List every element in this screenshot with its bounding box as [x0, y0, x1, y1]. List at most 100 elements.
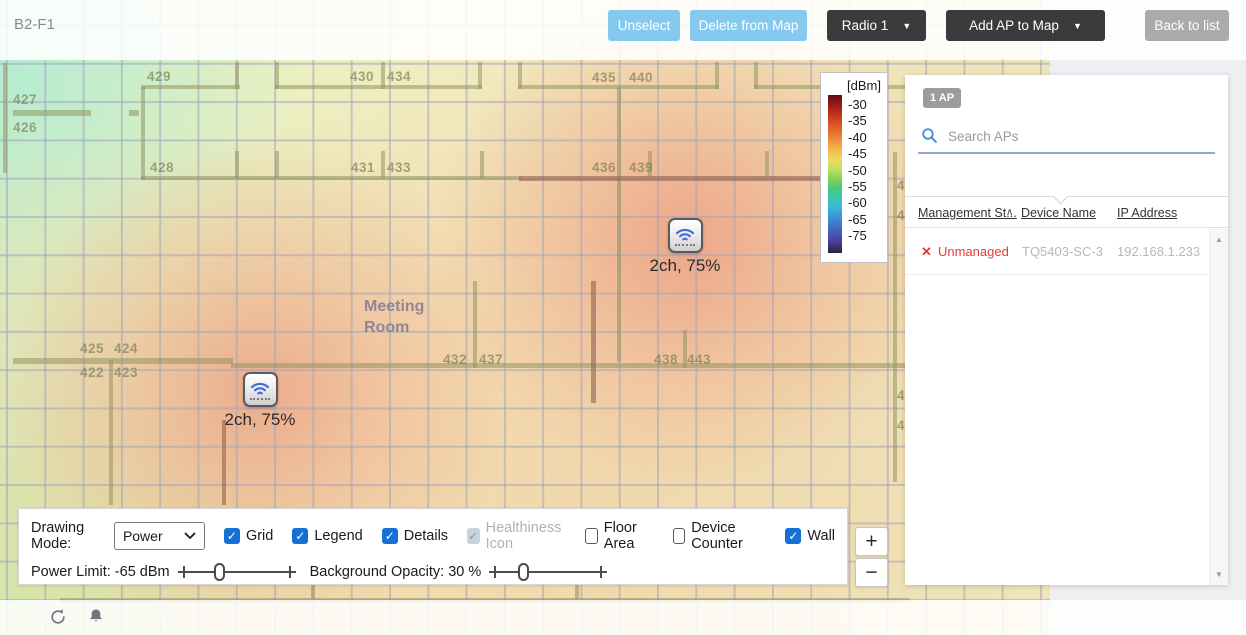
dbm-legend: [dBm] -30 -35 -40 -45 -50 -55 -60 -65 -7… [820, 72, 888, 263]
checkbox-wall[interactable]: ✓ Wall [785, 528, 835, 544]
room-number: 435 [592, 70, 617, 85]
background-opacity-slider[interactable] [489, 562, 608, 582]
room-number: 4 [897, 388, 906, 403]
slider-thumb[interactable] [213, 563, 225, 581]
search-icon [922, 128, 937, 143]
wall-segment [275, 151, 279, 178]
footer-bar [0, 600, 1246, 635]
drawing-mode-value: Power [122, 528, 163, 544]
wall-segment [109, 360, 113, 505]
drawing-mode-select[interactable]: Power [113, 522, 205, 550]
ap-count-badge: 1 AP [923, 88, 962, 108]
ip-address: 192.168.1.233 [1117, 244, 1201, 259]
device-name: TQ5403-SC-3 [1022, 244, 1103, 259]
refresh-icon[interactable] [48, 607, 68, 627]
checkbox-box: ✓ [292, 528, 309, 544]
checkbox-label: Legend [314, 528, 363, 544]
checkbox-box: ✓ [467, 528, 480, 544]
legend-tick: -35 [848, 113, 867, 129]
wall-segment [141, 176, 521, 180]
back-to-list-button[interactable]: Back to list [1145, 10, 1229, 41]
scroll-down-icon[interactable]: ▼ [1210, 570, 1228, 579]
wall-segment [617, 87, 621, 362]
floor-title: B2-F1 [14, 16, 55, 33]
column-ip-address[interactable]: IP Address [1117, 206, 1177, 220]
room-number: 425 [80, 341, 105, 356]
room-number: 440 [629, 70, 654, 85]
wall-segment [13, 110, 91, 116]
column-management-state[interactable]: Management St... [918, 206, 1017, 220]
search-row [918, 123, 1215, 154]
legend-title: [dBm] [847, 78, 881, 93]
wall-segment [141, 85, 240, 89]
wall-segment [765, 151, 769, 178]
legend-tick-labels: -30 -35 -40 -45 -50 -55 -60 -65 -75 [848, 95, 867, 253]
wall-segment [591, 281, 596, 403]
wall-segment [480, 151, 484, 178]
notification-bell-icon[interactable] [86, 607, 106, 627]
wall-segment [3, 63, 7, 173]
app-window: 427 426 429 430 434 435 440 428 431 433 … [0, 0, 1246, 635]
wall-segment [575, 585, 579, 599]
wall-segment [129, 110, 139, 116]
checkbox-label: Healthiness Icon [485, 520, 562, 552]
chevron-down-icon [184, 532, 196, 539]
drawing-mode-label: Drawing Mode: [31, 520, 85, 552]
ap-ports-dots [250, 397, 270, 400]
room-number: 427 [13, 92, 38, 107]
ap-marker[interactable]: 2ch, 75% [205, 372, 315, 430]
checkbox-box: ✓ [223, 528, 240, 544]
ap-channel-label: 2ch, 75% [224, 410, 296, 429]
table-row[interactable]: ✕ Unmanaged TQ5403-SC-3 192.168.1.233 [905, 229, 1208, 275]
checkbox-box: ✓ [785, 528, 802, 544]
ap-marker[interactable]: 2ch, 75% [630, 218, 740, 276]
room-number: 424 [114, 341, 139, 356]
wifi-icon [675, 228, 695, 240]
drawing-controls-bar: Drawing Mode: Power ✓ Grid ✓ Legend ✓ De… [18, 508, 848, 585]
panel-scrollbar[interactable]: ▲ ▼ [1209, 229, 1228, 585]
room-number: 436 [592, 160, 617, 175]
column-device-name[interactable]: Device Name [1021, 206, 1096, 220]
slider-track [177, 571, 296, 573]
checkbox-box: ✓ [585, 528, 598, 544]
wall-segment [519, 176, 849, 181]
search-input[interactable] [918, 123, 1215, 154]
add-ap-to-map-button[interactable]: Add AP to Map ▼ [946, 10, 1105, 41]
room-number: 4 [897, 418, 906, 433]
radio-select-button[interactable]: Radio 1 ▼ [827, 10, 926, 41]
legend-tick: -30 [848, 97, 867, 112]
legend-tick: -45 [848, 146, 867, 162]
meeting-room-label: Meeting Room [364, 298, 425, 336]
ap-icon[interactable] [667, 218, 703, 253]
room-number: 423 [114, 365, 139, 380]
zoom-out-button[interactable]: − [855, 558, 888, 587]
slider-tick [288, 566, 291, 578]
scroll-up-icon[interactable]: ▲ [1210, 235, 1228, 244]
wall-segment [473, 281, 477, 368]
room-number: 434 [387, 69, 412, 84]
legend-tick: -65 [848, 211, 867, 227]
checkbox-grid[interactable]: ✓ Grid [223, 528, 273, 544]
checkbox-box: ✓ [672, 528, 686, 544]
ap-list-panel: 1 AP Management St... ∧ Device Name IP A… [905, 75, 1228, 585]
slider-thumb[interactable] [518, 563, 530, 581]
checkbox-floor-area[interactable]: ✓ Floor Area [585, 520, 653, 552]
zoom-in-button[interactable]: + [855, 527, 888, 556]
power-limit-slider[interactable] [177, 562, 296, 582]
delete-from-map-button[interactable]: Delete from Map [690, 10, 807, 41]
room-number: 437 [479, 352, 504, 367]
wall-segment [235, 151, 239, 178]
wall-segment [478, 62, 482, 89]
ap-icon[interactable] [242, 372, 278, 407]
checkbox-details[interactable]: ✓ Details [381, 528, 448, 544]
unselect-button[interactable]: Unselect [608, 10, 680, 41]
checkbox-device-counter[interactable]: ✓ Device Counter [672, 520, 767, 552]
room-number: 4 [897, 178, 906, 193]
room-number: 431 [351, 160, 376, 175]
unmanaged-x-icon: ✕ [921, 244, 932, 259]
wall-segment [235, 62, 239, 89]
room-number: 432 [443, 352, 468, 367]
checkbox-legend[interactable]: ✓ Legend [292, 528, 363, 544]
wall-segment [381, 151, 385, 178]
ap-ports-dots [675, 243, 695, 246]
